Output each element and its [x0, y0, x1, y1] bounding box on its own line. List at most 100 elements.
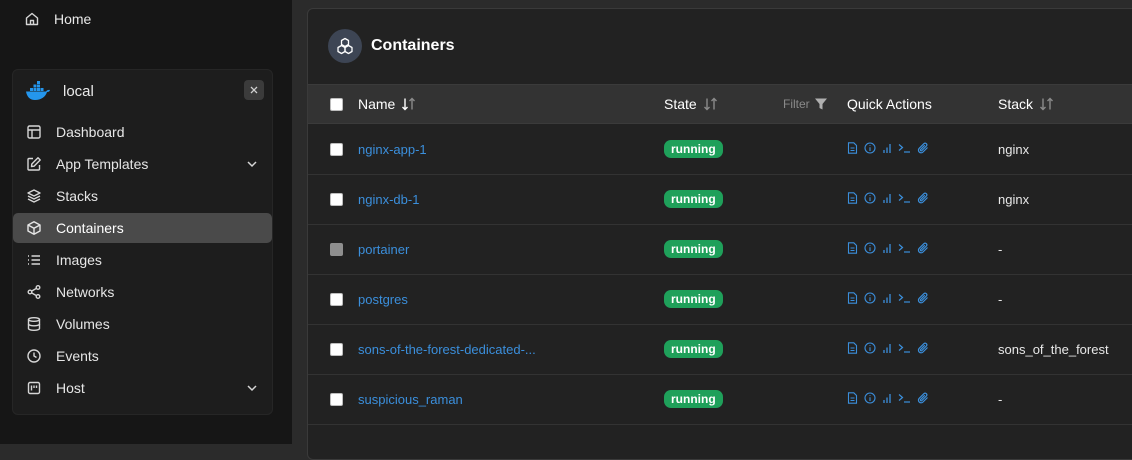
sidebar-item-dashboard[interactable]: Dashboard	[13, 117, 272, 147]
sidebar-item-home[interactable]: Home	[24, 10, 91, 28]
logs-icon[interactable]	[847, 242, 858, 254]
container-name-link[interactable]: nginx-app-1	[358, 124, 427, 174]
logs-icon[interactable]	[847, 342, 858, 354]
attach-icon[interactable]	[917, 142, 929, 154]
stack-name: nginx	[998, 141, 1030, 157]
attach-icon[interactable]	[917, 392, 929, 404]
console-icon[interactable]	[898, 292, 911, 304]
inspect-icon[interactable]	[864, 142, 876, 154]
stats-icon[interactable]	[882, 192, 892, 204]
inspect-icon[interactable]	[864, 292, 876, 304]
quick-actions	[847, 192, 935, 204]
sidebar-item-volumes[interactable]: Volumes	[13, 309, 272, 339]
container-name-link[interactable]: nginx-db-1	[358, 174, 419, 224]
row-checkbox[interactable]	[330, 243, 343, 256]
sidebar-item-images[interactable]: Images	[13, 245, 272, 275]
sidebar-item-events[interactable]: Events	[13, 341, 272, 371]
stack-name: nginx	[998, 191, 1030, 207]
column-label: State	[664, 96, 697, 112]
sidebar-item-stacks[interactable]: Stacks	[13, 181, 272, 211]
sidebar-item-label: Containers	[56, 220, 124, 236]
row-checkbox[interactable]	[330, 343, 343, 356]
inspect-icon[interactable]	[864, 242, 876, 254]
inspect-icon[interactable]	[864, 342, 876, 354]
state-filter-button[interactable]: Filter	[783, 85, 828, 123]
column-label: Quick Actions	[847, 96, 932, 112]
logs-icon[interactable]	[847, 292, 858, 304]
table-row: sons-of-the-forest-dedicated-... running…	[308, 324, 1132, 375]
containers-panel: Containers Name State Filter Quick Actio…	[307, 8, 1132, 460]
panel-header: Containers	[328, 29, 455, 63]
console-icon[interactable]	[898, 392, 911, 404]
edit-icon	[27, 157, 41, 171]
containers-title-icon	[328, 29, 362, 63]
container-name-link[interactable]: postgres	[358, 274, 408, 324]
stats-icon[interactable]	[882, 342, 892, 354]
stats-icon[interactable]	[882, 142, 892, 154]
container-name-link[interactable]: sons-of-the-forest-dedicated-...	[358, 324, 536, 374]
quick-actions	[847, 142, 935, 154]
close-icon	[250, 86, 258, 94]
quick-actions	[847, 342, 935, 354]
status-badge: running	[664, 190, 723, 208]
row-checkbox[interactable]	[330, 193, 343, 206]
logs-icon[interactable]	[847, 192, 858, 204]
row-checkbox[interactable]	[330, 393, 343, 406]
status-badge: running	[664, 240, 723, 258]
inspect-icon[interactable]	[864, 192, 876, 204]
status-badge: running	[664, 140, 723, 158]
stats-icon[interactable]	[882, 242, 892, 254]
list-icon	[28, 255, 40, 265]
container-name-link[interactable]: suspicious_raman	[358, 374, 463, 424]
box-icon	[27, 221, 41, 235]
attach-icon[interactable]	[917, 292, 929, 304]
stats-icon[interactable]	[882, 292, 892, 304]
sidebar-item-host[interactable]: Host	[13, 373, 272, 403]
environment-close-button[interactable]	[244, 80, 264, 100]
select-all-checkbox[interactable]	[330, 98, 343, 111]
stack-name: -	[998, 241, 1003, 257]
attach-icon[interactable]	[917, 342, 929, 354]
sidebar-item-containers[interactable]: Containers	[13, 213, 272, 243]
inspect-icon[interactable]	[864, 392, 876, 404]
console-icon[interactable]	[898, 142, 911, 154]
sidebar-item-networks[interactable]: Networks	[13, 277, 272, 307]
row-checkbox[interactable]	[330, 143, 343, 156]
stack-name: sons_of_the_forest	[998, 341, 1109, 357]
attach-icon[interactable]	[917, 242, 929, 254]
chevron-down-icon	[247, 161, 257, 168]
container-name-link[interactable]: portainer	[358, 224, 409, 274]
environment-panel: local Dashboard App Templates Stacks Con…	[12, 69, 273, 415]
database-icon	[27, 317, 41, 332]
column-label: Stack	[998, 96, 1034, 112]
quick-actions	[847, 242, 935, 254]
stats-icon[interactable]	[882, 392, 892, 404]
sidebar-nav: Dashboard App Templates Stacks Container…	[13, 115, 272, 403]
table-row: nginx-db-1 running nginx	[308, 174, 1132, 225]
sort-icon	[402, 97, 416, 111]
sort-icon	[1040, 97, 1054, 111]
sidebar-item-app-templates[interactable]: App Templates	[13, 149, 272, 179]
column-label: Name	[358, 96, 396, 112]
table-header: Name State Filter Quick Actions Stack	[308, 84, 1132, 124]
attach-icon[interactable]	[917, 192, 929, 204]
cubes-icon	[337, 37, 353, 55]
filter-icon	[814, 98, 827, 110]
status-badge: running	[664, 390, 723, 408]
logs-icon[interactable]	[847, 392, 858, 404]
logs-icon[interactable]	[847, 142, 858, 154]
row-checkbox[interactable]	[330, 293, 343, 306]
column-header-state[interactable]: State	[664, 85, 719, 123]
console-icon[interactable]	[898, 342, 911, 354]
console-icon[interactable]	[898, 242, 911, 254]
column-header-name[interactable]: Name	[358, 85, 417, 123]
docker-whale-icon	[26, 81, 50, 100]
column-header-stack[interactable]: Stack	[998, 85, 1055, 123]
console-icon[interactable]	[898, 192, 911, 204]
table-row: suspicious_raman running -	[308, 374, 1132, 425]
sidebar-item-label: Dashboard	[56, 124, 125, 140]
sidebar-item-label: Stacks	[56, 188, 99, 204]
status-badge: running	[664, 290, 723, 308]
table-row: nginx-app-1 running nginx	[308, 124, 1132, 175]
sidebar-item-label: Home	[54, 11, 92, 27]
